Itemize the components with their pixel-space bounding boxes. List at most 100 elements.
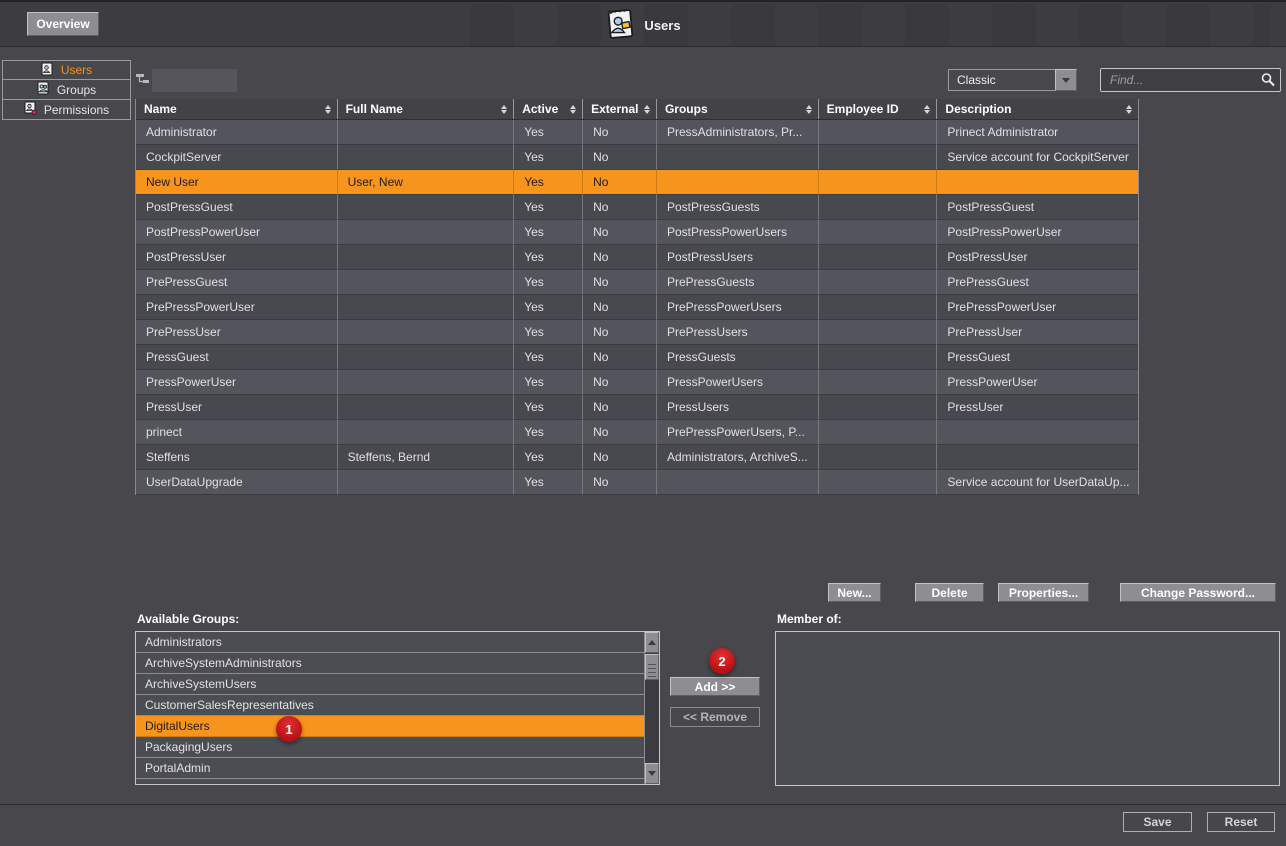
remove-button[interactable]: << Remove <box>670 707 760 727</box>
table-cell: PressUser <box>937 395 1138 420</box>
table-cell <box>819 145 938 170</box>
list-item[interactable]: DigitalUsers <box>136 716 644 737</box>
column-header-label: Active <box>522 102 558 116</box>
reset-button[interactable]: Reset <box>1207 812 1275 832</box>
filter-box[interactable] <box>152 69 237 92</box>
table-cell <box>338 470 515 495</box>
table-cell <box>937 170 1138 195</box>
table-cell: Administrator <box>136 120 338 145</box>
table-cell: PressGuest <box>136 345 338 370</box>
column-header[interactable]: Employee ID <box>819 99 938 119</box>
table-cell: PressUsers <box>657 395 819 420</box>
sidebar-item-users[interactable]: Users <box>2 60 131 80</box>
sort-icon[interactable] <box>1126 105 1132 114</box>
column-header-label: Employee ID <box>827 102 899 116</box>
sort-icon[interactable] <box>806 105 812 114</box>
table-row[interactable]: PrePressPowerUserYesNoPrePressPowerUsers… <box>136 295 1138 320</box>
table-cell: No <box>583 295 657 320</box>
top-bar: Overview Users <box>0 2 1286 47</box>
page-title-wrap: Users <box>605 5 680 45</box>
table-cell <box>819 120 938 145</box>
table-cell: PostPressGuest <box>136 195 338 220</box>
permissions-small-icon <box>24 101 37 118</box>
properties-button[interactable]: Properties... <box>998 583 1089 602</box>
view-selector[interactable]: Classic <box>948 69 1077 91</box>
table-row[interactable]: New UserUser, NewYesNo <box>136 170 1138 195</box>
member-of-list[interactable] <box>775 631 1280 786</box>
table-row[interactable]: PostPressPowerUserYesNoPostPressPowerUse… <box>136 220 1138 245</box>
table-cell <box>657 470 819 495</box>
chevron-down-icon[interactable] <box>1055 69 1077 91</box>
table-cell: Yes <box>514 470 583 495</box>
users-table-body: AdministratorYesNoPressAdministrators, P… <box>136 120 1138 495</box>
list-item[interactable]: ArchiveSystemUsers <box>136 674 644 695</box>
table-cell <box>338 120 515 145</box>
table-row[interactable]: UserDataUpgradeYesNoService account for … <box>136 470 1138 495</box>
table-row[interactable]: PrePressGuestYesNoPrePressGuestsPrePress… <box>136 270 1138 295</box>
column-header[interactable]: Groups <box>657 99 819 119</box>
table-row[interactable]: PrePressUserYesNoPrePressUsersPrePressUs… <box>136 320 1138 345</box>
table-row[interactable]: AdministratorYesNoPressAdministrators, P… <box>136 120 1138 145</box>
hierarchy-filter-icon[interactable] <box>136 72 151 90</box>
step-badge-1: 1 <box>276 716 302 742</box>
list-item[interactable]: Administrators <box>136 632 644 653</box>
sort-icon[interactable] <box>644 105 650 114</box>
table-cell: No <box>583 170 657 195</box>
table-row[interactable]: CockpitServerYesNoService account for Co… <box>136 145 1138 170</box>
column-header[interactable]: Description <box>937 99 1138 119</box>
scrollbar[interactable] <box>644 632 659 784</box>
add-button[interactable]: Add >> <box>670 677 760 696</box>
table-cell: Steffens, Bernd <box>338 445 515 470</box>
table-row[interactable]: PressPowerUserYesNoPressPowerUsersPressP… <box>136 370 1138 395</box>
table-cell: Yes <box>514 320 583 345</box>
table-cell: Service account for CockpitServer <box>937 145 1138 170</box>
table-row[interactable]: PostPressGuestYesNoPostPressGuestsPostPr… <box>136 195 1138 220</box>
search-icon[interactable] <box>1260 72 1276 93</box>
new-button[interactable]: New... <box>828 583 881 602</box>
table-cell: No <box>583 270 657 295</box>
sidebar-item-groups[interactable]: Groups <box>2 80 131 100</box>
list-item[interactable]: PortalAdmin <box>136 758 644 779</box>
overview-button[interactable]: Overview <box>27 12 99 36</box>
sort-icon[interactable] <box>570 105 576 114</box>
column-header[interactable]: Full Name <box>338 99 515 119</box>
table-cell <box>338 345 515 370</box>
list-item[interactable]: CustomerSalesRepresentatives <box>136 695 644 716</box>
sidebar-item-label: Users <box>61 63 92 77</box>
table-cell: PressPowerUser <box>136 370 338 395</box>
table-cell: PressPowerUsers <box>657 370 819 395</box>
sidebar-item-permissions[interactable]: Permissions <box>2 100 131 120</box>
column-header[interactable]: External <box>583 99 657 119</box>
delete-button[interactable]: Delete <box>915 583 984 602</box>
scroll-up-icon[interactable] <box>645 632 659 653</box>
table-cell: UserDataUpgrade <box>136 470 338 495</box>
table-row[interactable]: PressUserYesNoPressUsersPressUser <box>136 395 1138 420</box>
toolbar-separators <box>470 5 1270 45</box>
column-header[interactable]: Name <box>136 99 338 119</box>
table-cell: PrePressGuests <box>657 270 819 295</box>
table-cell: PressAdministrators, Pr... <box>657 120 819 145</box>
table-cell: PrePressPowerUsers, P... <box>657 420 819 445</box>
member-of-label: Member of: <box>777 612 842 626</box>
column-header[interactable]: Active <box>514 99 583 119</box>
list-item[interactable]: PackagingUsers <box>136 737 644 758</box>
table-cell: Yes <box>514 295 583 320</box>
table-cell: PostPressPowerUser <box>937 220 1138 245</box>
table-row[interactable]: PostPressUserYesNoPostPressUsersPostPres… <box>136 245 1138 270</box>
table-cell: Yes <box>514 420 583 445</box>
search-input[interactable] <box>1100 68 1281 92</box>
table-row[interactable]: SteffensSteffens, BerndYesNoAdministrato… <box>136 445 1138 470</box>
table-cell <box>338 220 515 245</box>
save-button[interactable]: Save <box>1123 812 1192 832</box>
table-row[interactable]: PressGuestYesNoPressGuestsPressGuest <box>136 345 1138 370</box>
sort-icon[interactable] <box>325 105 331 114</box>
table-cell: No <box>583 345 657 370</box>
sort-icon[interactable] <box>501 105 507 114</box>
table-cell <box>819 395 938 420</box>
scrollbar-thumb[interactable] <box>645 654 659 680</box>
table-row[interactable]: prinectYesNoPrePressPowerUsers, P... <box>136 420 1138 445</box>
list-item[interactable]: ArchiveSystemAdministrators <box>136 653 644 674</box>
change-password-button[interactable]: Change Password... <box>1120 583 1276 602</box>
sort-icon[interactable] <box>924 105 930 114</box>
scroll-down-icon[interactable] <box>645 763 659 784</box>
